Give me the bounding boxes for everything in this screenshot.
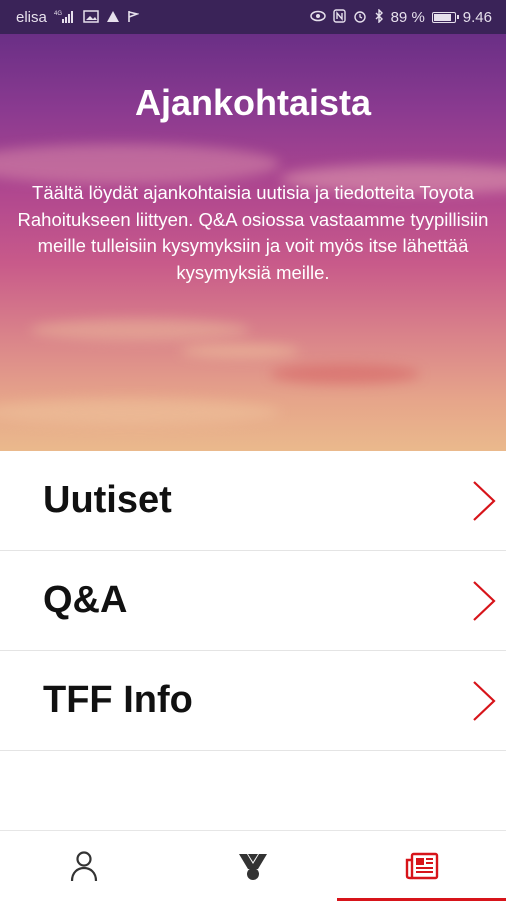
chevron-right-icon bbox=[473, 580, 496, 621]
battery-icon bbox=[431, 11, 459, 23]
eye-icon bbox=[309, 10, 326, 24]
tab-profile[interactable] bbox=[0, 831, 169, 901]
signal-icon: 4G bbox=[54, 10, 76, 25]
image-notification-icon bbox=[83, 9, 99, 25]
person-icon bbox=[71, 851, 98, 882]
clock: 9.46 bbox=[462, 8, 492, 26]
warning-icon bbox=[106, 10, 120, 25]
menu-item-qa[interactable]: Q&A bbox=[0, 551, 506, 651]
menu-item-label: Uutiset bbox=[43, 479, 172, 521]
bottom-navigation bbox=[0, 830, 506, 901]
menu-item-tff-info[interactable]: TFF Info bbox=[0, 651, 506, 751]
page-title: Ajankohtaista bbox=[134, 82, 372, 123]
tab-benefits[interactable] bbox=[169, 831, 338, 901]
chevron-right-icon bbox=[473, 480, 496, 521]
network-type: 4G bbox=[54, 11, 62, 17]
cloud-decoration bbox=[0, 144, 280, 184]
bluetooth-icon bbox=[374, 8, 384, 25]
status-bar-right: 89 % 9.46 bbox=[309, 8, 492, 26]
alarm-icon bbox=[353, 9, 367, 25]
battery-percentage: 89 % bbox=[390, 8, 425, 26]
menu-item-label: Q&A bbox=[43, 579, 128, 621]
page-description: Täältä löydät ajankohtaisia uutisia ja t… bbox=[17, 182, 489, 283]
tab-news[interactable] bbox=[337, 831, 506, 901]
cloud-decoration bbox=[180, 344, 300, 358]
newspaper-icon bbox=[405, 852, 438, 880]
news-menu: Uutiset Q&A TFF Info bbox=[0, 451, 506, 751]
flag-icon bbox=[127, 10, 140, 25]
cloud-decoration bbox=[30, 319, 250, 341]
menu-item-label: TFF Info bbox=[43, 679, 193, 721]
cloud-decoration bbox=[270, 364, 420, 384]
status-bar-left: elisa 4G bbox=[16, 8, 140, 26]
chevron-right-icon bbox=[473, 680, 496, 721]
hero-banner: Ajankohtaista Täältä löydät ajankohtaisi… bbox=[0, 34, 506, 451]
badge-icon bbox=[239, 854, 267, 880]
cloud-decoration bbox=[0, 399, 280, 425]
status-bar: elisa 4G 89 % 9.46 bbox=[0, 0, 506, 34]
battery-fill bbox=[433, 13, 451, 21]
menu-item-uutiset[interactable]: Uutiset bbox=[0, 451, 506, 551]
nfc-icon bbox=[332, 9, 346, 25]
carrier-name: elisa bbox=[16, 8, 47, 26]
